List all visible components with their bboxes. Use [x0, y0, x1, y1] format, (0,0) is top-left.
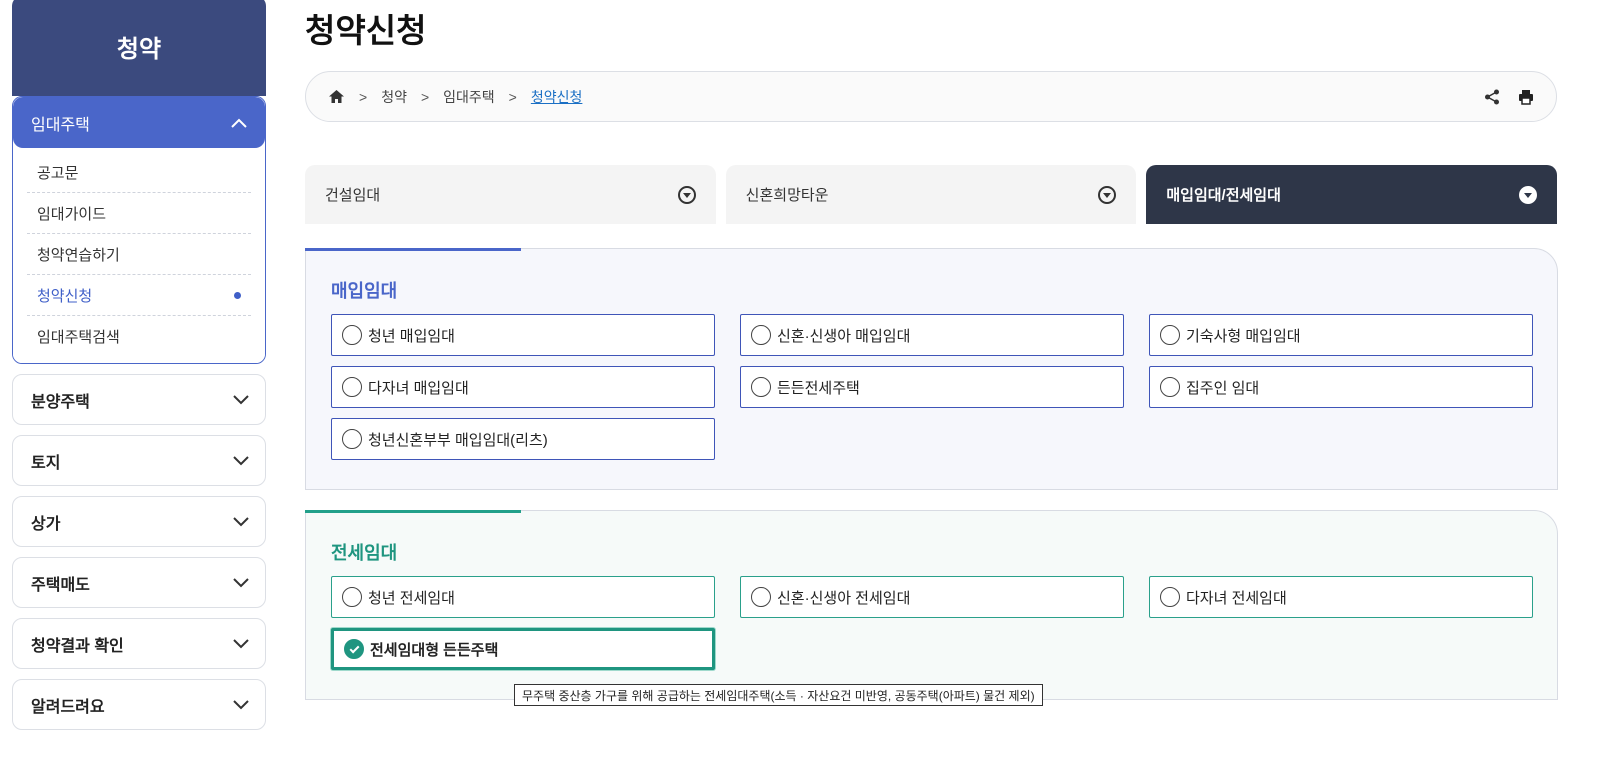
tab-label: 매입임대/전세임대 — [1166, 187, 1281, 204]
sidebar-item-label: 청약신청 — [37, 287, 93, 305]
option-label: 다자녀 매입임대 — [368, 379, 469, 397]
breadcrumb-separator: > — [508, 88, 517, 105]
page-title: 청약신청 — [305, 12, 427, 49]
sidebar-item-label: 임대가이드 — [37, 205, 107, 223]
print-icon[interactable] — [1518, 89, 1534, 105]
sidebar-section-label: 임대주택 — [31, 116, 90, 134]
section-accent-bar — [305, 248, 521, 251]
checkmark-circle-icon — [344, 639, 364, 659]
option-label: 전세임대형 든든주택 — [370, 641, 499, 659]
breadcrumb-tools — [1484, 89, 1534, 105]
dropdown-circle-icon — [1519, 185, 1538, 204]
sidebar: 청약 임대주택 공고문 임대가이드 청약연습하기 청약신청 임대주택검색 분양주… — [12, 0, 266, 730]
option-label: 청년 전세임대 — [368, 589, 455, 607]
option-multichild-purchase[interactable]: 다자녀 매입임대 — [331, 366, 715, 408]
active-dot — [234, 291, 241, 299]
option-youth-newlywed-reits[interactable]: 청년신혼부부 매입임대(리츠) — [331, 418, 715, 460]
section-jeonse-rental: 전세임대 청년 전세임대 신혼·신생아 전세임대 다자녀 전세임대 전세임대형 … — [305, 510, 1558, 700]
breadcrumb-item-current[interactable]: 청약신청 — [531, 87, 583, 107]
dropdown-circle-icon — [1098, 185, 1117, 204]
option-label: 기숙사형 매입임대 — [1186, 327, 1301, 345]
radio-icon — [1160, 325, 1180, 345]
sidebar-section-commercial[interactable]: 상가 — [12, 496, 266, 547]
sidebar-item-search[interactable]: 임대주택검색 — [27, 316, 251, 357]
tab-construction-rental[interactable]: 건설임대 — [305, 165, 716, 224]
section-title: 매입임대 — [331, 281, 398, 301]
option-tooltip: 무주택 중산층 가구를 위해 공급하는 전세임대주택(소득 · 자산요건 미반영… — [514, 684, 1043, 706]
option-label: 신혼·신생아 전세임대 — [777, 589, 911, 607]
option-youth-jeonse[interactable]: 청년 전세임대 — [331, 576, 715, 618]
sidebar-section-label: 주택매도 — [31, 576, 90, 594]
radio-icon — [342, 587, 362, 607]
share-icon[interactable] — [1484, 89, 1500, 105]
breadcrumb-item-rental[interactable]: 임대주택 — [443, 87, 495, 107]
tab-newlywed-town[interactable]: 신혼희망타운 — [725, 165, 1137, 224]
sidebar-section-rental-toggle[interactable]: 임대주택 — [13, 97, 265, 148]
sidebar-section-land[interactable]: 토지 — [12, 435, 266, 486]
section-title: 전세임대 — [331, 543, 398, 563]
option-label: 청년신혼부부 매입임대(리츠) — [368, 431, 548, 449]
sidebar-submenu: 공고문 임대가이드 청약연습하기 청약신청 임대주택검색 — [13, 148, 265, 363]
option-jeonse-dundeun-house[interactable]: 전세임대형 든든주택 — [331, 628, 715, 670]
option-label: 든든전세주택 — [777, 379, 860, 397]
chevron-down-icon — [233, 699, 249, 709]
sidebar-section-house-sale[interactable]: 주택매도 — [12, 557, 266, 608]
radio-icon — [342, 429, 362, 449]
sidebar-section-label: 상가 — [31, 515, 61, 533]
chevron-down-icon — [233, 516, 249, 526]
breadcrumb-item-subscription[interactable]: 청약 — [381, 87, 407, 107]
chevron-down-icon — [233, 455, 249, 465]
radio-icon — [751, 587, 771, 607]
option-newlywed-purchase[interactable]: 신혼·신생아 매입임대 — [740, 314, 1124, 356]
option-label: 집주인 임대 — [1186, 379, 1260, 397]
dropdown-circle-icon — [677, 185, 696, 204]
option-dundeun-jeonse-house[interactable]: 든든전세주택 — [740, 366, 1124, 408]
radio-icon — [751, 377, 771, 397]
sidebar-section-sale-housing[interactable]: 분양주택 — [12, 374, 266, 425]
radio-icon — [342, 325, 362, 345]
section-accent-bar — [305, 510, 521, 513]
sidebar-section-label: 토지 — [31, 454, 61, 472]
option-landlord-rental[interactable]: 집주인 임대 — [1149, 366, 1533, 408]
option-dormitory-purchase[interactable]: 기숙사형 매입임대 — [1149, 314, 1533, 356]
chevron-down-icon — [233, 577, 249, 587]
sidebar-section-announcements[interactable]: 알려드려요 — [12, 679, 266, 730]
sidebar-item-notice[interactable]: 공고문 — [27, 152, 251, 193]
category-tabs: 건설임대 신혼희망타운 매입임대/전세임대 — [305, 165, 1558, 224]
sidebar-section-rental: 임대주택 공고문 임대가이드 청약연습하기 청약신청 임대주택검색 — [12, 96, 266, 364]
tab-label: 건설임대 — [325, 187, 381, 204]
option-label: 청년 매입임대 — [368, 327, 455, 345]
sidebar-item-label: 공고문 — [37, 164, 79, 182]
radio-icon — [751, 325, 771, 345]
sidebar-section-label: 청약결과 확인 — [31, 637, 124, 655]
chevron-down-icon — [233, 638, 249, 648]
option-youth-purchase[interactable]: 청년 매입임대 — [331, 314, 715, 356]
sidebar-item-rental-guide[interactable]: 임대가이드 — [27, 193, 251, 234]
breadcrumb-separator: > — [359, 88, 368, 105]
breadcrumb-separator: > — [420, 88, 430, 105]
radio-icon — [1160, 587, 1180, 607]
sidebar-header: 청약 — [12, 0, 266, 96]
chevron-up-icon — [231, 118, 247, 128]
home-icon[interactable] — [328, 89, 345, 104]
sidebar-section-results[interactable]: 청약결과 확인 — [12, 618, 266, 669]
chevron-down-icon — [233, 394, 249, 404]
option-multichild-jeonse[interactable]: 다자녀 전세임대 — [1149, 576, 1533, 618]
radio-icon — [342, 377, 362, 397]
tab-purchase-jeonse-rental[interactable]: 매입임대/전세임대 — [1146, 165, 1558, 224]
option-label: 신혼·신생아 매입임대 — [777, 327, 911, 345]
sidebar-item-practice[interactable]: 청약연습하기 — [27, 234, 251, 275]
sidebar-section-label: 알려드려요 — [31, 698, 105, 716]
option-newlywed-jeonse[interactable]: 신혼·신생아 전세임대 — [740, 576, 1124, 618]
tab-label: 신혼희망타운 — [745, 187, 829, 204]
sidebar-item-label: 임대주택검색 — [37, 329, 120, 346]
radio-icon — [1160, 377, 1180, 397]
option-label: 다자녀 전세임대 — [1186, 589, 1287, 607]
sidebar-item-apply[interactable]: 청약신청 — [27, 275, 251, 316]
sidebar-section-label: 분양주택 — [31, 393, 90, 411]
sidebar-item-label: 청약연습하기 — [37, 246, 120, 264]
breadcrumb: > 청약 > 임대주택 > 청약신청 — [305, 71, 1557, 122]
section-purchase-rental: 매입임대 청년 매입임대 신혼·신생아 매입임대 기숙사형 매입임대 다자녀 매… — [305, 248, 1558, 490]
